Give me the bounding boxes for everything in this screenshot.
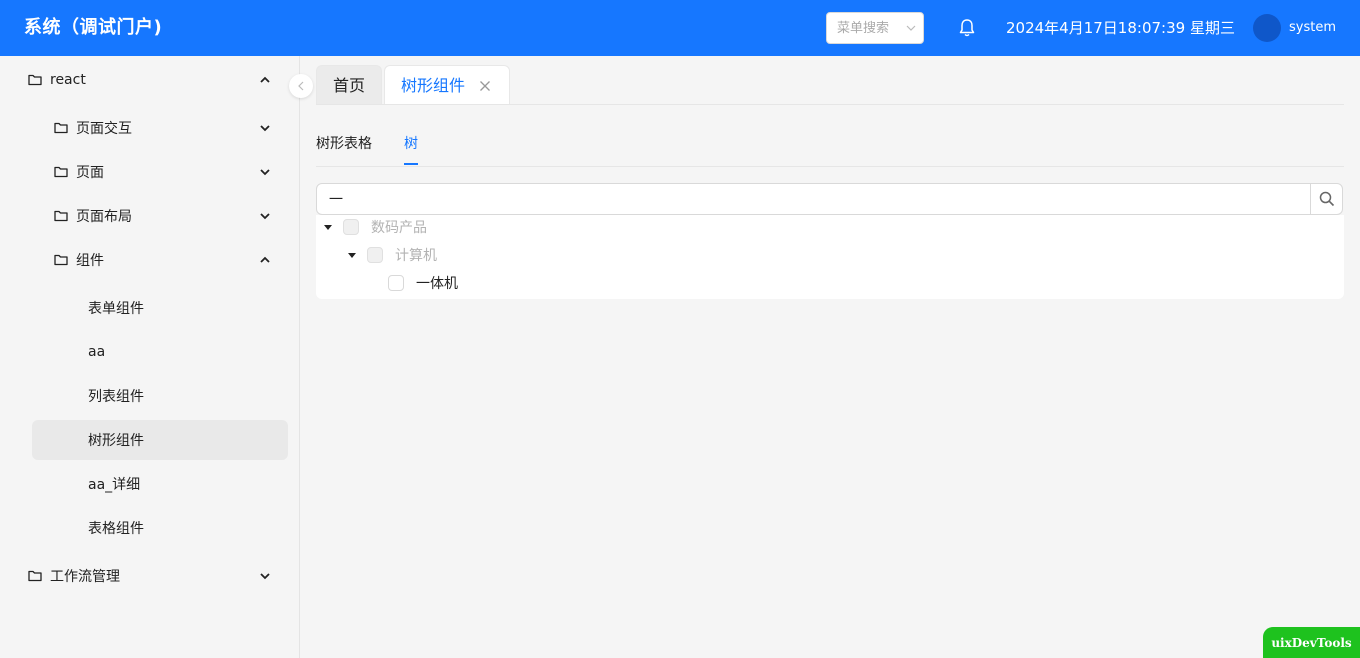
folder-icon — [54, 122, 68, 134]
sidebar-item-label: 表格组件 — [88, 521, 144, 537]
tree-node-digital-products[interactable]: 数码产品 — [323, 213, 427, 241]
sidebar-item-label: 工作流管理 — [50, 569, 120, 585]
tree-node-label: 一体机 — [416, 276, 458, 292]
tree-checkbox[interactable] — [367, 247, 383, 263]
active-tab-indicator — [404, 163, 418, 165]
tree-node-all-in-one[interactable]: 一体机 — [388, 269, 458, 297]
tree-checkbox[interactable] — [343, 219, 359, 235]
tree-search-box — [316, 183, 1343, 215]
sidebar-item-label: 表单组件 — [88, 301, 144, 317]
folder-icon — [28, 570, 42, 582]
sidebar-item-page[interactable]: 页面 — [54, 152, 284, 192]
tree-search-input[interactable] — [317, 184, 1307, 214]
menu-search-input[interactable] — [827, 13, 905, 43]
caret-down-icon[interactable] — [347, 250, 357, 260]
sidebar-item-workflow[interactable]: 工作流管理 — [28, 556, 284, 596]
folder-icon — [54, 254, 68, 266]
chevron-down-icon — [260, 169, 270, 176]
sidebar-item-label: react — [50, 72, 86, 88]
sidebar-item-page-layout[interactable]: 页面布局 — [54, 196, 284, 236]
tree-checkbox[interactable] — [388, 275, 404, 291]
datetime-display: 2024年4月17日18:07:39 星期三 — [1006, 19, 1235, 37]
sidebar-item-label: 树形组件 — [88, 433, 144, 449]
sidebar-item-label: 组件 — [76, 253, 104, 269]
sidebar-item-label: 列表组件 — [88, 389, 144, 405]
sidebar-item-components[interactable]: 组件 — [54, 240, 284, 280]
sidebar-collapse-button[interactable] — [289, 74, 313, 98]
search-icon — [1319, 191, 1335, 207]
username-label[interactable]: system — [1289, 0, 1336, 56]
top-header: 系统（调试门户) 2024年4月17日18:07:39 星期三 system — [0, 0, 1360, 56]
inner-tabs-divider — [316, 166, 1344, 167]
sidebar-item-label: 页面交互 — [76, 121, 132, 137]
tabs-divider — [316, 104, 1344, 105]
app-title: 系统（调试门户) — [24, 17, 163, 38]
sidebar-item-form-component[interactable]: 表单组件 — [88, 288, 284, 328]
tree-node-label: 计算机 — [395, 248, 437, 264]
tree-panel — [316, 215, 1344, 299]
chevron-up-icon — [260, 256, 270, 263]
tab-tree[interactable]: 树 — [404, 128, 418, 160]
sidebar-item-label: 页面 — [76, 165, 104, 181]
search-button[interactable] — [1310, 183, 1342, 215]
sidebar-item-aa-detail[interactable]: aa_详细 — [88, 464, 284, 504]
tree-node-computer[interactable]: 计算机 — [347, 241, 437, 269]
tab-home[interactable]: 首页 — [316, 65, 382, 105]
sidebar-item-label: aa — [88, 344, 106, 360]
menu-search-select[interactable] — [826, 12, 924, 44]
chevron-up-icon — [260, 76, 270, 83]
sidebar-item-react[interactable]: react — [28, 60, 284, 100]
chevron-down-icon — [906, 25, 916, 31]
tab-label: 树形组件 — [401, 76, 466, 95]
folder-icon — [54, 210, 68, 222]
sidebar-item-tree-component[interactable]: 树形组件 — [32, 420, 288, 460]
tree-node-label: 数码产品 — [371, 220, 427, 236]
sidebar-item-page-interaction[interactable]: 页面交互 — [54, 108, 284, 148]
tab-tree-component[interactable]: 树形组件 — [384, 65, 510, 105]
bell-icon[interactable] — [958, 18, 976, 38]
folder-icon — [54, 166, 68, 178]
chevron-down-icon — [260, 573, 270, 580]
avatar[interactable] — [1253, 14, 1281, 42]
sidebar-item-table-component[interactable]: 表格组件 — [88, 508, 284, 548]
sidebar-item-label: aa_详细 — [88, 477, 141, 493]
tab-tree-table[interactable]: 树形表格 — [316, 128, 372, 160]
tab-label: 首页 — [332, 76, 365, 95]
chevron-down-icon — [260, 213, 270, 220]
folder-icon — [28, 74, 42, 86]
sidebar-item-list-component[interactable]: 列表组件 — [88, 376, 284, 416]
close-icon[interactable] — [479, 80, 491, 92]
caret-down-icon[interactable] — [323, 222, 333, 232]
sidebar-item-label: 页面布局 — [76, 209, 132, 225]
chevron-down-icon — [260, 125, 270, 132]
sidebar-item-aa[interactable]: aa — [88, 332, 284, 372]
devtools-button[interactable]: uixDevTools — [1263, 627, 1360, 658]
chevron-left-icon — [298, 81, 304, 91]
